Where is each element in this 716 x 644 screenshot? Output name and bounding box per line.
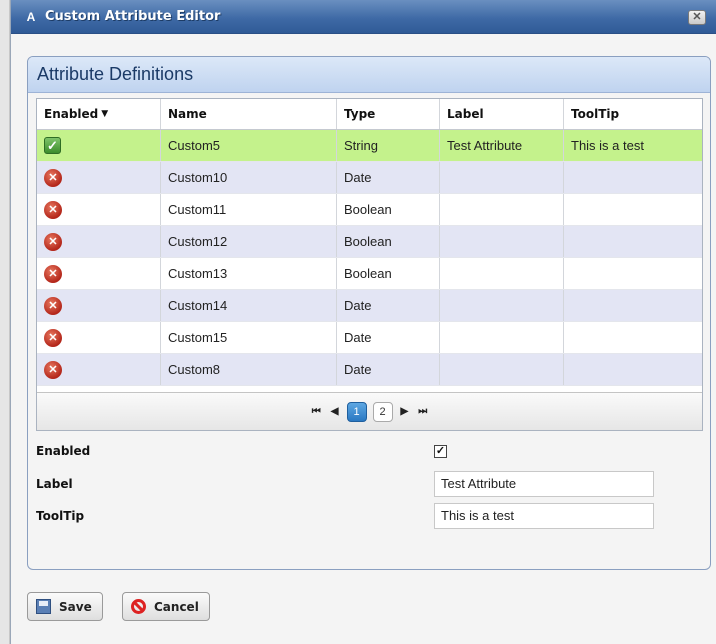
table-row[interactable]: ✕ Custom13 Boolean [37, 258, 702, 290]
table-header: Enabled ▼ Name Type Label ToolTip [37, 99, 702, 130]
disabled-x-icon: ✕ [44, 168, 62, 187]
table-row[interactable]: ✕ Custom11 Boolean [37, 194, 702, 226]
last-page-icon[interactable]: ⏭ [418, 406, 427, 417]
disabled-x-icon: ✕ [44, 264, 62, 283]
cell-enabled: ✕ [37, 322, 161, 353]
column-header-tooltip[interactable]: ToolTip [564, 99, 702, 129]
cell-tooltip [564, 258, 702, 289]
table-row[interactable]: ✕ Custom15 Date [37, 322, 702, 354]
close-button[interactable]: ✕ [688, 10, 706, 25]
cell-enabled: ✕ [37, 290, 161, 321]
cell-enabled: ✕ [37, 162, 161, 193]
panel-header: Attribute Definitions [28, 57, 710, 93]
next-page-icon[interactable]: ▶ [401, 406, 409, 417]
attribute-definitions-panel: Attribute Definitions Enabled ▼ Name Typ… [27, 56, 711, 570]
cell-name: Custom15 [161, 322, 337, 353]
cell-tooltip [564, 226, 702, 257]
label-input[interactable]: Test Attribute [434, 471, 654, 497]
form-row-tooltip: ToolTip This is a test [36, 502, 696, 530]
first-page-icon[interactable]: ⏮ [312, 406, 321, 417]
cell-tooltip [564, 322, 702, 353]
cancel-button[interactable]: Cancel [122, 592, 210, 621]
table-row[interactable]: ✓ Custom5 String Test Attribute This is a te… [37, 130, 702, 162]
cell-label [440, 194, 564, 225]
save-button[interactable]: Save [27, 592, 103, 621]
checkmark-icon: ✓ [435, 444, 446, 457]
cell-label [440, 258, 564, 289]
tooltip-input[interactable]: This is a test [434, 503, 654, 529]
cell-enabled: ✕ [37, 194, 161, 225]
form-row-enabled: Enabled ✓ [36, 437, 696, 465]
cell-name: Custom8 [161, 354, 337, 385]
cell-type: Date [337, 290, 440, 321]
background-window-edge [0, 0, 10, 644]
cell-name: Custom14 [161, 290, 337, 321]
cell-type: String [337, 130, 440, 161]
disabled-x-icon: ✕ [44, 200, 62, 219]
cell-enabled: ✕ [37, 354, 161, 385]
table-row[interactable]: ✕ Custom8 Date [37, 354, 702, 386]
cell-type: Date [337, 162, 440, 193]
cell-tooltip: This is a test [571, 138, 644, 153]
cell-name: Custom5 [161, 130, 337, 161]
close-icon: ✕ [692, 11, 702, 23]
sort-desc-icon: ▼ [101, 109, 109, 119]
cell-label [440, 354, 564, 385]
cell-type: Boolean [337, 226, 440, 257]
page-button-1[interactable]: 1 [346, 401, 367, 422]
disabled-x-icon: ✕ [44, 232, 62, 251]
cell-enabled: ✓ [37, 130, 161, 161]
enabled-check-icon: ✓ [44, 137, 61, 154]
cell-label [440, 162, 564, 193]
save-disk-icon [36, 599, 51, 614]
cell-type: Boolean [337, 258, 440, 289]
cell-type: Date [337, 322, 440, 353]
cancel-icon [131, 599, 146, 614]
cell-label [440, 226, 564, 257]
label-field-label: Label [36, 477, 73, 491]
cancel-button-label: Cancel [154, 599, 199, 614]
column-header-enabled[interactable]: Enabled ▼ [37, 99, 161, 129]
disabled-x-icon: ✕ [44, 296, 62, 315]
cell-tooltip [564, 162, 702, 193]
cell-tooltip [564, 290, 702, 321]
cell-label [440, 322, 564, 353]
cell-name: Custom11 [161, 194, 337, 225]
prev-page-icon[interactable]: ◀ [331, 406, 339, 417]
cell-label: Test Attribute [440, 130, 564, 161]
cell-enabled: ✕ [37, 226, 161, 257]
tooltip-field-label: ToolTip [36, 509, 85, 523]
save-button-label: Save [59, 599, 92, 614]
cell-type: Date [337, 354, 440, 385]
pagination-bar: ⏮ ◀ 1 2 ▶ ⏭ [37, 392, 702, 430]
attributes-table: Enabled ▼ Name Type Label ToolTip ✓ Custo… [36, 98, 703, 431]
disabled-x-icon: ✕ [44, 328, 62, 347]
cell-tooltip [564, 354, 702, 385]
cell-tooltip [564, 194, 702, 225]
enabled-field-label: Enabled [36, 444, 91, 458]
page-button-2[interactable]: 2 [372, 401, 393, 422]
panel-title: Attribute Definitions [37, 64, 194, 84]
column-header-name[interactable]: Name [161, 99, 337, 129]
cell-name: Custom12 [161, 226, 337, 257]
enabled-checkbox[interactable]: ✓ [434, 444, 447, 458]
window-title: Custom Attribute Editor [45, 9, 221, 24]
column-header-label[interactable]: Label [440, 99, 564, 129]
column-header-type[interactable]: Type [337, 99, 440, 129]
cell-label [440, 290, 564, 321]
app-logo-icon: A [26, 9, 36, 24]
cell-name: Custom13 [161, 258, 337, 289]
form-row-label: Label Test Attribute [36, 470, 696, 498]
custom-attribute-editor-dialog: A Custom Attribute Editor ✕ Attribute De… [10, 0, 716, 644]
table-body: ✓ Custom5 String Test Attribute This is a te… [37, 130, 702, 386]
cell-name: Custom10 [161, 162, 337, 193]
table-row[interactable]: ✕ Custom12 Boolean [37, 226, 702, 258]
disabled-x-icon: ✕ [44, 360, 62, 379]
cell-type: Boolean [337, 194, 440, 225]
table-row[interactable]: ✕ Custom10 Date [37, 162, 702, 194]
title-bar[interactable]: A Custom Attribute Editor ✕ [11, 0, 716, 34]
cell-enabled: ✕ [37, 258, 161, 289]
table-row[interactable]: ✕ Custom14 Date [37, 290, 702, 322]
